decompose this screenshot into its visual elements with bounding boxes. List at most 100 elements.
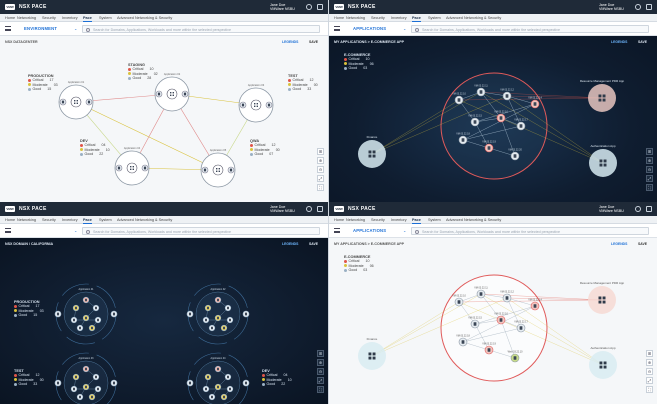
topology-canvas[interactable]: Finance Resource Management PDR App Authen… <box>329 36 657 202</box>
settings-icon[interactable] <box>646 206 652 212</box>
user-info[interactable]: Jane Doe VMWare NSBU <box>599 205 624 213</box>
zoom-in-icon[interactable]: ⊕ <box>317 359 324 366</box>
legend-count: 12 <box>271 143 276 148</box>
nav-networking[interactable]: Networking <box>17 218 36 222</box>
nav-security[interactable]: Security <box>371 16 385 20</box>
settings-icon[interactable] <box>317 4 323 10</box>
expand-icon[interactable]: ⤢ <box>646 175 653 182</box>
zoom-in-icon[interactable]: ⊕ <box>317 157 324 164</box>
search-input[interactable]: Search for Domains, Applications, Worklo… <box>82 25 320 33</box>
nav-advanced-networking[interactable]: Advanced Networking & Security <box>117 218 172 222</box>
nav-advanced-networking[interactable]: Advanced Networking & Security <box>446 218 501 222</box>
fullscreen-icon[interactable]: ⛶ <box>317 184 324 191</box>
legend-count: 12 <box>309 78 314 83</box>
vm-icon <box>461 138 465 142</box>
settings-icon[interactable] <box>646 4 652 10</box>
nav-system[interactable]: System <box>428 16 441 20</box>
external-app-node <box>358 342 386 370</box>
legend-label: Critical <box>292 78 304 83</box>
nav-security[interactable]: Security <box>42 16 56 20</box>
search-input[interactable]: Search for Domains, Applications, Worklo… <box>411 227 649 235</box>
legends-button[interactable]: LEGENDS <box>611 40 627 44</box>
nav-system[interactable]: System <box>99 218 112 222</box>
menu-icon[interactable] <box>5 26 11 31</box>
nav-pace[interactable]: Pace <box>412 16 421 22</box>
search-input[interactable]: Search for Domains, Applications, Worklo… <box>411 25 649 33</box>
grid-cell <box>599 365 603 369</box>
perspective-selector[interactable]: APPLICATIONS <box>353 228 386 233</box>
nav-pace[interactable]: Pace <box>83 218 92 224</box>
menu-icon[interactable] <box>334 228 340 233</box>
legends-button[interactable]: LEGENDS <box>611 242 627 246</box>
chevron-down-icon[interactable]: ⌄ <box>74 228 77 233</box>
help-icon[interactable] <box>635 206 641 212</box>
chevron-down-icon[interactable]: ⌄ <box>403 228 406 233</box>
zoom-in-icon[interactable]: ⊕ <box>646 359 653 366</box>
zoom-in-icon[interactable]: ⊕ <box>646 157 653 164</box>
nav-system[interactable]: System <box>99 16 112 20</box>
grid-cell <box>256 105 258 107</box>
nav-security[interactable]: Security <box>42 218 56 222</box>
zoom-out-icon[interactable]: ⊖ <box>646 368 653 375</box>
help-icon[interactable] <box>306 4 312 10</box>
nav-system[interactable]: System <box>428 218 441 222</box>
nav-pace[interactable]: Pace <box>412 218 421 224</box>
zoom-out-icon[interactable]: ⊖ <box>646 166 653 173</box>
nav-inventory[interactable]: Inventory <box>62 218 78 222</box>
fit-view-icon[interactable]: ⊞ <box>646 148 653 155</box>
nav-advanced-networking[interactable]: Advanced Networking & Security <box>117 16 172 20</box>
grid-cell <box>170 94 172 96</box>
fit-view-icon[interactable]: ⊞ <box>646 350 653 357</box>
nav-home[interactable]: Home <box>334 218 344 222</box>
nav-home[interactable]: Home <box>5 218 15 222</box>
nav-security[interactable]: Security <box>371 218 385 222</box>
menu-icon[interactable] <box>5 228 11 233</box>
nav-home[interactable]: Home <box>334 16 344 20</box>
legend-count: 15 <box>47 87 52 92</box>
topology-canvas[interactable]: Application 01 Application 02 Application … <box>0 36 328 202</box>
perspective-selector[interactable]: APPLICATIONS <box>353 26 386 31</box>
user-info[interactable]: Jane Doe VMWare NSBU <box>270 3 295 11</box>
nav-home[interactable]: Home <box>5 16 15 20</box>
perspective-selector[interactable]: ENVIRONMENT <box>24 26 57 31</box>
vm-icon <box>519 124 523 128</box>
legends-button[interactable]: LEGENDS <box>282 242 298 246</box>
save-button[interactable]: SAVE <box>309 242 318 246</box>
expand-icon[interactable]: ⤢ <box>317 175 324 182</box>
zoom-out-icon[interactable]: ⊖ <box>317 368 324 375</box>
top-bar: VMW NSX PACE Jane Doe VMWare NSBU <box>0 202 328 216</box>
help-icon[interactable] <box>306 206 312 212</box>
nav-inventory[interactable]: Inventory <box>391 218 407 222</box>
nav-networking[interactable]: Networking <box>17 16 36 20</box>
save-button[interactable]: SAVE <box>638 40 647 44</box>
user-info[interactable]: Jane Doe VMWare NSBU <box>599 3 624 11</box>
external-app-label: Authentication App <box>590 144 615 148</box>
fit-view-icon[interactable]: ⊞ <box>317 350 324 357</box>
nav-networking[interactable]: Networking <box>346 218 365 222</box>
search-input[interactable]: Search for Domains, Applications, Worklo… <box>82 227 320 235</box>
help-icon[interactable] <box>635 4 641 10</box>
zoom-out-icon[interactable]: ⊖ <box>317 166 324 173</box>
nav-advanced-networking[interactable]: Advanced Networking & Security <box>446 16 501 20</box>
legends-button[interactable]: LEGENDS <box>282 40 298 44</box>
save-button[interactable]: SAVE <box>638 242 647 246</box>
user-info[interactable]: Jane Doe VMWare NSBU <box>270 205 295 213</box>
fullscreen-icon[interactable]: ⛶ <box>317 386 324 393</box>
settings-icon[interactable] <box>317 206 323 212</box>
nav-networking[interactable]: Networking <box>346 16 365 20</box>
legend-count: 02 <box>153 71 158 76</box>
fullscreen-icon[interactable]: ⛶ <box>646 386 653 393</box>
topology-canvas[interactable]: Finance Resource Management PDR App Authen… <box>329 238 657 404</box>
fit-view-icon[interactable]: ⊞ <box>317 148 324 155</box>
chevron-down-icon[interactable]: ⌄ <box>403 26 406 31</box>
save-button[interactable]: SAVE <box>309 40 318 44</box>
fullscreen-icon[interactable]: ⛶ <box>646 184 653 191</box>
grid-cell <box>372 150 376 154</box>
nav-inventory[interactable]: Inventory <box>391 16 407 20</box>
expand-icon[interactable]: ⤢ <box>317 377 324 384</box>
menu-icon[interactable] <box>334 26 340 31</box>
nav-pace[interactable]: Pace <box>83 16 92 22</box>
nav-inventory[interactable]: Inventory <box>62 16 78 20</box>
expand-icon[interactable]: ⤢ <box>646 377 653 384</box>
chevron-down-icon[interactable]: ⌄ <box>74 26 77 31</box>
